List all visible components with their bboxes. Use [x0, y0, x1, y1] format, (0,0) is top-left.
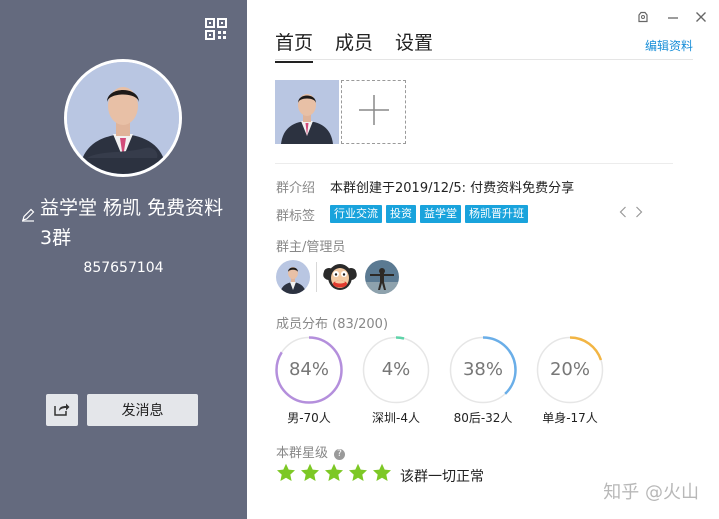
group-photo[interactable]	[275, 80, 339, 144]
share-icon	[54, 401, 70, 420]
stat-label: 深圳-4人	[372, 411, 420, 425]
edit-pencil-icon[interactable]	[21, 201, 35, 222]
stat-relationship[interactable]: 20% 单身-17人	[536, 336, 604, 426]
qr-code-icon[interactable]	[205, 18, 227, 40]
group-profile-panel: 益学堂 杨凯 免费资料3群 857657104 发消息	[0, 0, 247, 519]
star-icon	[325, 463, 343, 481]
edit-profile-link[interactable]: 编辑资料	[645, 37, 693, 54]
tab-settings[interactable]: 设置	[395, 28, 433, 63]
stat-ring: 38%	[449, 336, 517, 404]
send-message-button[interactable]: 发消息	[87, 394, 198, 426]
tab-home[interactable]: 首页	[275, 28, 314, 63]
add-photo-button[interactable]	[341, 80, 406, 144]
admin-list	[276, 260, 399, 294]
stat-region[interactable]: 4% 深圳-4人	[362, 336, 430, 426]
intro-label: 群介绍	[276, 181, 316, 196]
close-icon[interactable]	[694, 9, 708, 23]
stat-label: 80后-32人	[453, 411, 513, 425]
stat-percent: 84%	[288, 359, 329, 380]
group-status: 该群一切正常	[400, 469, 484, 485]
admin-divider	[316, 262, 317, 292]
chevron-left-icon[interactable]	[619, 206, 627, 222]
group-detail-panel: 首页 成员 设置 编辑资料 群介绍 本群创建于2019/12/5: 付费资料免费…	[247, 0, 719, 519]
chevron-right-icon[interactable]	[635, 206, 643, 222]
tag-item[interactable]: 益学堂	[420, 205, 461, 223]
star-icon	[277, 463, 295, 481]
stat-age[interactable]: 38% 80后-32人	[449, 336, 517, 426]
stat-ring: 20%	[536, 336, 604, 404]
stat-gender[interactable]: 84% 男-70人	[275, 336, 343, 426]
tag-item[interactable]: 行业交流	[330, 205, 382, 223]
plus-icon	[358, 94, 390, 130]
rating-label: 本群星级	[276, 446, 329, 461]
star-rating	[276, 463, 392, 483]
tag-pager	[619, 206, 643, 222]
owner-avatar[interactable]	[276, 260, 310, 294]
tab-divider	[275, 59, 693, 60]
star-icon	[301, 463, 319, 481]
star-icon	[373, 463, 391, 481]
skin-icon[interactable]	[636, 9, 650, 23]
tag-item[interactable]: 投资	[386, 205, 416, 223]
help-icon[interactable]: ?	[334, 449, 346, 460]
section-divider	[275, 163, 673, 164]
group-number: 857657104	[83, 260, 164, 276]
stat-label: 单身-17人	[542, 411, 598, 425]
distribution-label: 成员分布 (83/200)	[276, 317, 389, 332]
group-avatar[interactable]	[64, 59, 182, 177]
tab-bar: 首页 成员 设置	[275, 28, 433, 63]
tag-list: 行业交流 投资 益学堂 杨凯晋升班	[330, 205, 528, 223]
group-name: 益学堂 杨凯 免费资料3群	[40, 197, 224, 249]
intro-value: 本群创建于2019/12/5: 付费资料免费分享	[330, 181, 575, 196]
group-name-block: 益学堂 杨凯 免费资料3群	[20, 193, 235, 253]
stat-ring: 4%	[362, 336, 430, 404]
stat-percent: 38%	[462, 359, 503, 380]
tag-item[interactable]: 杨凯晋升班	[465, 205, 528, 223]
admins-label: 群主/管理员	[276, 240, 346, 255]
share-button[interactable]	[46, 394, 78, 426]
member-distribution: 84% 男-70人 4% 深圳-4人 38% 80后-32人 20% 单身-17…	[275, 336, 604, 426]
watermark: 知乎 @火山	[603, 482, 699, 503]
tab-members[interactable]: 成员	[335, 28, 373, 63]
admin-avatar[interactable]	[323, 260, 357, 294]
rating-label-row: 本群星级?	[276, 442, 346, 461]
tags-label: 群标签	[276, 209, 316, 224]
star-icon	[349, 463, 367, 481]
stat-percent: 4%	[381, 359, 411, 380]
admin-avatar[interactable]	[365, 260, 399, 294]
stat-label: 男-70人	[287, 411, 331, 425]
stat-percent: 20%	[549, 359, 590, 380]
stat-ring: 84%	[275, 336, 343, 404]
minimize-icon[interactable]	[666, 9, 680, 23]
